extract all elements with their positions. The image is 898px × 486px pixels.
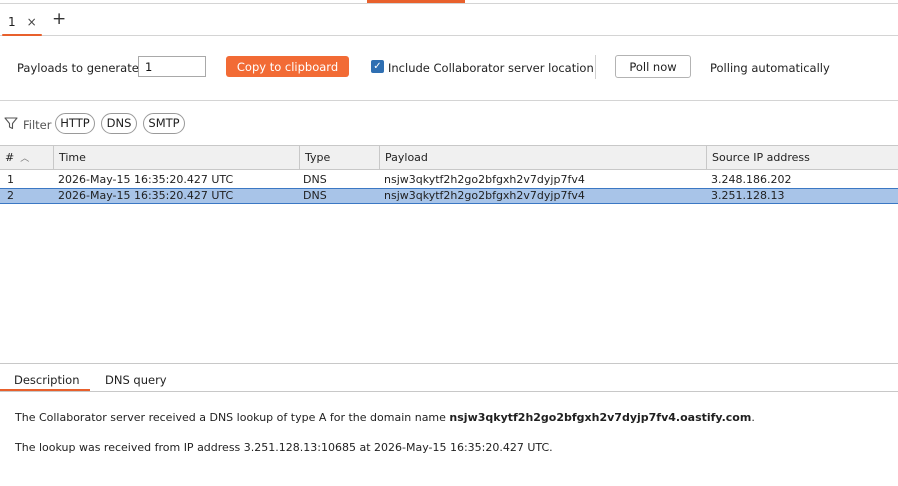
polling-status: Polling automatically	[710, 61, 830, 75]
tab-description[interactable]: Description	[14, 373, 80, 387]
column-header-source-ip[interactable]: Source IP address	[707, 146, 898, 170]
table-row[interactable]: 1 2026-May-15 16:35:20.427 UTC DNS nsjw3…	[0, 172, 898, 188]
column-header-type[interactable]: Type	[300, 146, 380, 170]
include-location-checkbox[interactable]: ✓	[371, 60, 384, 73]
column-header-number-label: #	[5, 151, 15, 164]
filter-dns-pill[interactable]: DNS	[101, 113, 137, 134]
row-payload: nsjw3qkytf2h2go2bfgxh2v7dyjp7fv4	[384, 189, 585, 202]
add-tab-icon[interactable]: +	[52, 9, 66, 29]
copy-to-clipboard-button[interactable]: Copy to clipboard	[226, 56, 349, 77]
row-type: DNS	[303, 173, 327, 186]
row-number: 1	[7, 173, 14, 186]
detail-tab-active-indicator	[0, 389, 90, 391]
payloads-count-input[interactable]	[138, 56, 206, 77]
tab-dns-query[interactable]: DNS query	[105, 373, 167, 387]
description-domain: nsjw3qkytf2h2go2bfgxh2v7dyjp7fv4.oastify…	[449, 411, 752, 424]
row-source-ip: 3.248.186.202	[711, 173, 792, 186]
tab-bar: 1 × +	[0, 4, 898, 36]
detail-tab-bar: Description DNS query	[0, 370, 898, 392]
column-header-number[interactable]: # ︿	[0, 146, 54, 170]
table-header: # ︿ Time Type Payload Source IP address	[0, 146, 898, 170]
close-icon[interactable]: ×	[27, 15, 37, 29]
tab-1[interactable]: 1 ×	[2, 9, 42, 36]
tab-label: 1	[8, 15, 16, 29]
toolbar: Payloads to generate: Copy to clipboard …	[0, 37, 898, 101]
poll-now-button[interactable]: Poll now	[615, 55, 691, 78]
filter-smtp-pill[interactable]: SMTP	[143, 113, 185, 134]
toolbar-divider	[595, 55, 596, 79]
table-row-selected[interactable]: 2 2026-May-15 16:35:20.427 UTC DNS nsjw3…	[0, 188, 898, 204]
row-payload: nsjw3qkytf2h2go2bfgxh2v7dyjp7fv4	[384, 173, 585, 186]
description-line-1: The Collaborator server received a DNS l…	[15, 410, 755, 426]
row-number: 2	[7, 189, 14, 202]
description-prefix: The Collaborator server received a DNS l…	[15, 411, 450, 424]
column-header-payload[interactable]: Payload	[380, 146, 707, 170]
sort-ascending-icon: ︿	[20, 154, 30, 164]
row-source-ip: 3.251.128.13	[711, 189, 785, 202]
row-type: DNS	[303, 189, 327, 202]
filter-http-pill[interactable]: HTTP	[55, 113, 95, 134]
row-time: 2026-May-15 16:35:20.427 UTC	[58, 189, 234, 202]
description-line-2: The lookup was received from IP address …	[15, 441, 553, 454]
filter-icon[interactable]	[4, 116, 18, 130]
split-pane-divider[interactable]	[0, 363, 898, 364]
interactions-table: # ︿ Time Type Payload Source IP address 1…	[0, 145, 898, 363]
description-suffix: .	[751, 411, 755, 424]
row-time: 2026-May-15 16:35:20.427 UTC	[58, 173, 234, 186]
filter-label[interactable]: Filter	[23, 118, 51, 132]
tab-active-indicator	[2, 34, 42, 36]
column-header-time[interactable]: Time	[54, 146, 300, 170]
filter-bar: Filter HTTP DNS SMTP	[0, 102, 898, 144]
include-location-label[interactable]: Include Collaborator server location	[388, 61, 594, 75]
payloads-label: Payloads to generate:	[17, 61, 143, 75]
